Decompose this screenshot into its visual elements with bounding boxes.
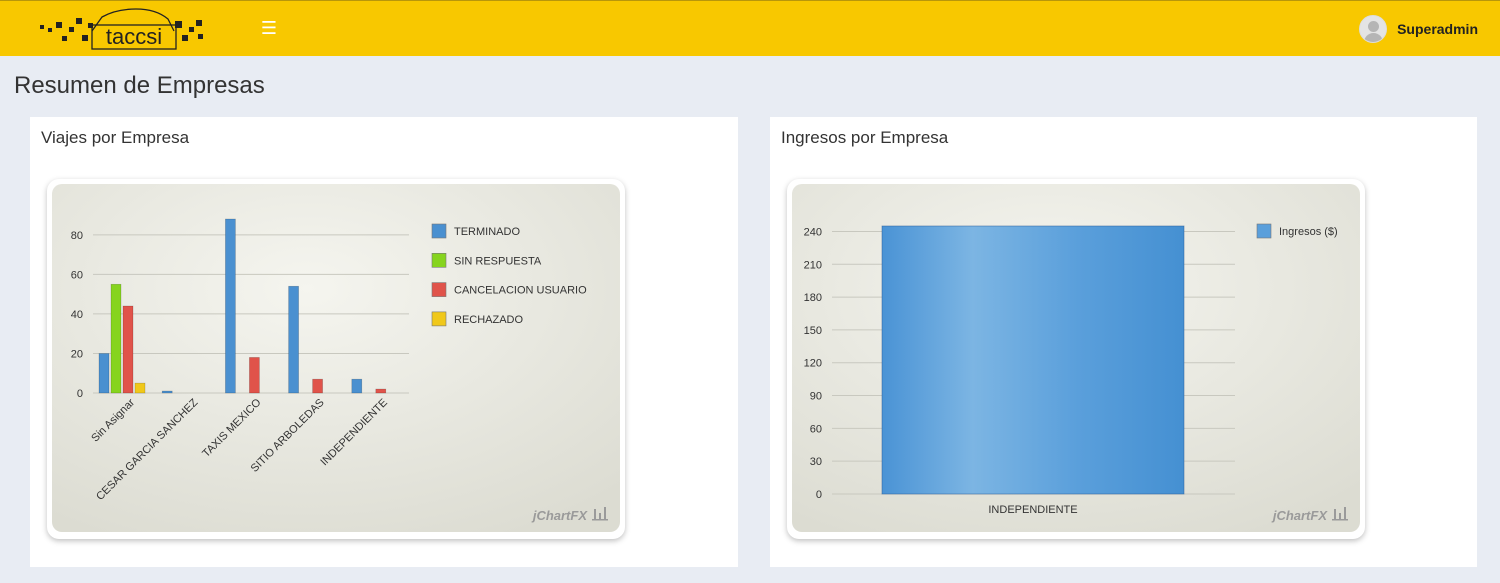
bar-ingresos-independiente xyxy=(881,225,1185,495)
viajes-panel: Viajes por Empresa 0 20 40 60 80 Sin Asignar C… xyxy=(30,117,738,567)
y-tick-label: 80 xyxy=(71,230,83,242)
user-name[interactable]: Superadmin xyxy=(1397,21,1478,37)
user-menu[interactable]: Superadmin xyxy=(1359,15,1478,43)
legend-swatch-ingresos xyxy=(1256,223,1272,239)
hamburger-menu-icon[interactable]: ☰ xyxy=(258,17,280,39)
y-tick-label: 90 xyxy=(810,391,822,403)
page-title: Resumen de Empresas xyxy=(14,72,265,99)
chart-brand-label: jChartFX xyxy=(531,508,589,523)
y-tick-label: 210 xyxy=(804,259,822,271)
legend-label-cancelacion-usuario: CANCELACION USUARIO xyxy=(454,285,587,297)
y-tick-label: 150 xyxy=(804,325,822,337)
avatar-icon[interactable] xyxy=(1359,15,1388,43)
y-tick-label: 60 xyxy=(71,269,83,281)
chart-brand-label: jChartFX xyxy=(1271,508,1329,523)
y-tick-label: 240 xyxy=(804,226,822,238)
y-tick-label: 60 xyxy=(810,423,822,435)
ingresos-panel: Ingresos por Empresa 0 30 60 90 120 150 180 210… xyxy=(770,117,1477,567)
taccsi-logo[interactable]: taccsi xyxy=(36,5,216,51)
x-tick-label: INDEPENDIENTE xyxy=(988,504,1077,516)
bar-terminado-taxis-mexico xyxy=(225,218,236,394)
logo-text: taccsi xyxy=(106,24,162,49)
bar-cancelacion-usuario-independiente xyxy=(375,388,387,394)
y-tick-label: 20 xyxy=(71,348,83,360)
y-tick-label: 40 xyxy=(71,309,83,321)
legend-swatch-rechazado xyxy=(431,311,447,327)
chart-background xyxy=(52,184,620,532)
y-tick-label: 180 xyxy=(804,292,822,304)
y-tick-label: 120 xyxy=(804,358,822,370)
y-tick-label: 0 xyxy=(816,489,822,501)
bar-terminado-sin-asignar xyxy=(98,353,110,394)
y-tick-label: 30 xyxy=(810,456,822,468)
bar-terminado-sitio-arboledas xyxy=(288,285,299,394)
legend-label-rechazado: RECHAZADO xyxy=(454,314,524,326)
legend-label-terminado: TERMINADO xyxy=(454,226,520,238)
ingresos-chart-frame: 0 30 60 90 120 150 180 210 240 INDEPENDIENTE Ingre… xyxy=(787,179,1365,539)
ingresos-panel-title: Ingresos por Empresa xyxy=(781,128,949,147)
legend-swatch-terminado xyxy=(431,223,447,239)
viajes-panel-title: Viajes por Empresa xyxy=(41,128,190,147)
bar-cancelacion-usuario-sin-asignar xyxy=(122,305,134,394)
legend-label-sin-respuesta: SIN RESPUESTA xyxy=(454,255,542,267)
bar-cancelacion-usuario-sitio-arboledas xyxy=(312,378,323,394)
bar-terminado-independiente xyxy=(351,378,363,394)
legend-swatch-sin-respuesta xyxy=(431,253,447,268)
viajes-chart: 020406080Sin AsignarCESAR GARCIA SANCHEZ… xyxy=(52,184,620,532)
ingresos-chart: 0 30 60 90 120 150 180 210 240 INDEPENDIENTE Ingre… xyxy=(792,184,1360,532)
legend-swatch-cancelacion-usuario xyxy=(431,282,447,297)
bar-cancelacion-usuario-taxis-mexico xyxy=(249,357,260,394)
bar-sin-respuesta-sin-asignar xyxy=(110,283,122,394)
viajes-chart-frame: 0 20 40 60 80 Sin Asignar CESAR GARCIA SANCHEZ… xyxy=(47,179,625,539)
bar-rechazado-sin-asignar xyxy=(134,382,146,394)
top-navbar: taccsi ☰ Superadmin xyxy=(0,0,1500,56)
y-tick-label: 0 xyxy=(77,388,83,400)
legend-label-ingresos: Ingresos ($) xyxy=(1279,226,1338,238)
bar-terminado-cesar-garcia-sanchez xyxy=(161,390,173,394)
